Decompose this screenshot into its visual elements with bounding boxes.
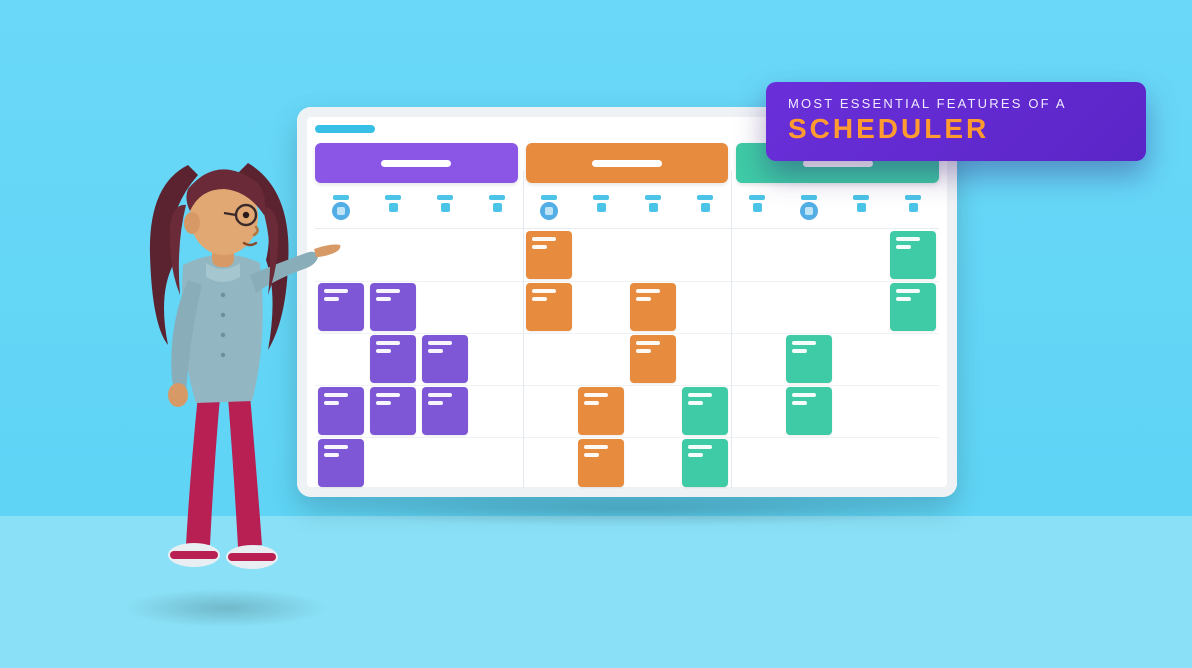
date-cell[interactable] [887, 193, 939, 222]
appointment-orange[interactable] [578, 387, 624, 435]
appointment-orange[interactable] [526, 283, 572, 331]
date-cell[interactable] [783, 193, 835, 222]
appointment-teal[interactable] [682, 439, 728, 487]
appointment-purple[interactable] [422, 335, 468, 383]
date-cell[interactable] [835, 193, 887, 222]
scheduler-board [297, 107, 957, 497]
appointment-orange[interactable] [630, 283, 676, 331]
group-header-orange[interactable] [526, 143, 729, 183]
appointment-teal[interactable] [786, 387, 832, 435]
date-cell[interactable] [575, 193, 627, 222]
badge-line2: Scheduler [788, 113, 1124, 145]
appointment-purple[interactable] [370, 283, 416, 331]
appointment-purple[interactable] [370, 387, 416, 435]
appointment-teal[interactable] [890, 231, 936, 279]
appointment-purple[interactable] [422, 387, 468, 435]
date-cell[interactable] [419, 193, 471, 222]
appointment-teal[interactable] [890, 283, 936, 331]
group-header-purple[interactable] [315, 143, 518, 183]
appointment-orange[interactable] [630, 335, 676, 383]
schedule-grid[interactable] [315, 228, 939, 489]
calendar-icon [800, 202, 818, 220]
board-shadow [310, 492, 950, 526]
date-cell[interactable] [471, 193, 523, 222]
calendar-icon [540, 202, 558, 220]
character-illustration [128, 145, 328, 585]
title-badge: Most Essential Features of a Scheduler [766, 82, 1146, 161]
badge-line1: Most Essential Features of a [788, 96, 1124, 111]
calendar-icon [332, 202, 350, 220]
appointment-purple[interactable] [370, 335, 416, 383]
appointment-orange[interactable] [526, 231, 572, 279]
date-header-row [315, 193, 939, 222]
date-cell[interactable] [679, 193, 731, 222]
date-cell[interactable] [523, 193, 575, 222]
appointment-teal[interactable] [786, 335, 832, 383]
character-shadow [120, 588, 330, 628]
date-cell[interactable] [731, 193, 783, 222]
appointment-teal[interactable] [682, 387, 728, 435]
appointment-orange[interactable] [578, 439, 624, 487]
board-title-placeholder [315, 125, 375, 133]
date-cell[interactable] [627, 193, 679, 222]
date-cell[interactable] [367, 193, 419, 222]
